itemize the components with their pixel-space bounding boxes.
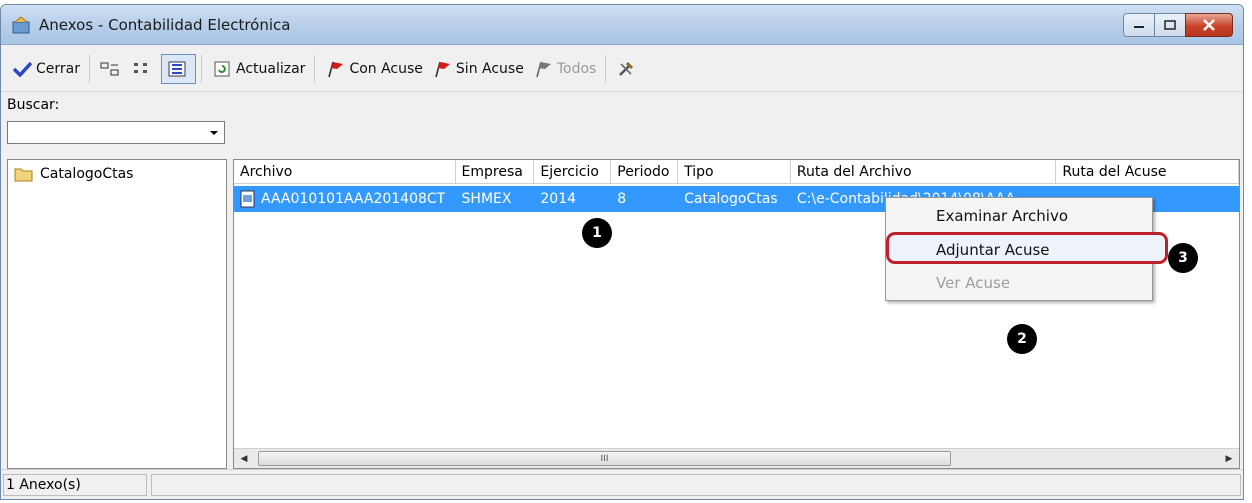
maximize-button[interactable] [1154,13,1186,37]
column-header-ruta-archivo[interactable]: Ruta del Archivo [791,160,1057,184]
menu-item-ver-acuse: Ver Acuse [936,274,1011,292]
cell-archivo: AAA010101AAA201408CT [261,191,446,207]
callout-badge-3: 3 [1168,243,1198,273]
toolbar: Cerrar Actualizar Con Acuse Sin Acuse To… [1,46,1243,92]
view-list-button[interactable] [128,54,161,84]
folder-icon [14,168,33,182]
checkmark-icon [11,59,33,79]
details-view-icon [166,59,188,79]
status-panel [151,474,1241,496]
maximize-icon [1164,20,1176,30]
refresh-button-label: Actualizar [236,60,306,77]
list-view-icon [132,59,154,79]
minimize-icon [1134,26,1144,28]
column-header-periodo[interactable]: Periodo [611,160,679,184]
gray-flag-icon [532,59,554,79]
menu-item-examinar-archivo[interactable]: Examinar Archivo [936,207,1068,225]
column-header-tipo[interactable]: Tipo [678,160,791,184]
horizontal-scrollbar[interactable]: ◀ III ▶ [234,448,1239,468]
cell-periodo: 8 [617,191,627,207]
status-count: 1 Anexo(s) [3,474,147,496]
callout-badge-2: 2 [1007,324,1037,354]
search-label: Buscar: [7,97,60,113]
toolbar-separator [314,54,316,83]
table-header: Archivo Empresa Ejercicio Periodo Tipo R… [234,160,1239,184]
cell-tipo: CatalogoCtas [684,191,778,207]
close-button-label: Cerrar [36,60,80,77]
small-icons-view-icon [99,59,121,79]
app-icon [12,16,30,34]
column-header-archivo[interactable]: Archivo [234,160,456,184]
tools-button[interactable] [611,54,644,84]
close-button[interactable]: Cerrar [7,54,84,84]
con-acuse-label: Con Acuse [349,60,423,77]
search-combobox[interactable] [7,121,225,144]
refresh-button[interactable]: Actualizar [207,54,309,84]
todos-button[interactable]: Todos [528,54,600,84]
scroll-left-arrow[interactable]: ◀ [234,449,254,468]
scroll-right-arrow[interactable]: ▶ [1219,449,1239,468]
red-flag-icon [431,59,453,79]
column-header-ruta-acuse[interactable]: Ruta del Acuse [1056,160,1239,184]
toolbar-separator [201,54,202,83]
context-menu: Examinar Archivo Adjuntar Acuse Ver Acus… [885,197,1168,301]
con-acuse-button[interactable]: Con Acuse [320,54,426,84]
callout-badge-1: 1 [582,218,612,248]
toolbar-separator [89,54,90,83]
sin-acuse-label: Sin Acuse [455,60,524,77]
close-icon [1203,19,1215,31]
title-bar[interactable]: Anexos - Contabilidad Electrónica [1,5,1243,45]
close-window-button[interactable] [1185,13,1233,37]
todos-label: Todos [556,60,597,77]
view-small-icons-button[interactable] [95,54,128,84]
window-title: Anexos - Contabilidad Electrónica [39,16,291,34]
toolbar-separator [605,54,607,83]
cell-ejercicio: 2014 [540,191,577,207]
tools-icon [615,59,637,79]
column-header-ejercicio[interactable]: Ejercicio [534,160,612,184]
menu-item-adjuntar-acuse[interactable]: Adjuntar Acuse [936,241,1050,259]
cell-empresa: SHMEX [461,191,512,207]
scrollbar-thumb[interactable]: III [258,451,951,466]
minimize-button[interactable] [1123,13,1155,37]
refresh-icon [211,59,233,79]
xml-file-icon [240,190,255,208]
folder-tree: CatalogoCtas [7,159,227,469]
red-flag-icon [324,59,346,79]
tree-item-label: CatalogoCtas [40,166,134,182]
chevron-down-icon [210,130,218,135]
column-header-empresa[interactable]: Empresa [456,160,535,184]
sin-acuse-button[interactable]: Sin Acuse [427,54,528,84]
view-details-button[interactable] [161,53,196,84]
dropdown-button[interactable] [204,122,224,143]
status-bar: 1 Anexo(s) [1,469,1243,499]
tree-item-catalogoctas[interactable]: CatalogoCtas [14,166,133,182]
